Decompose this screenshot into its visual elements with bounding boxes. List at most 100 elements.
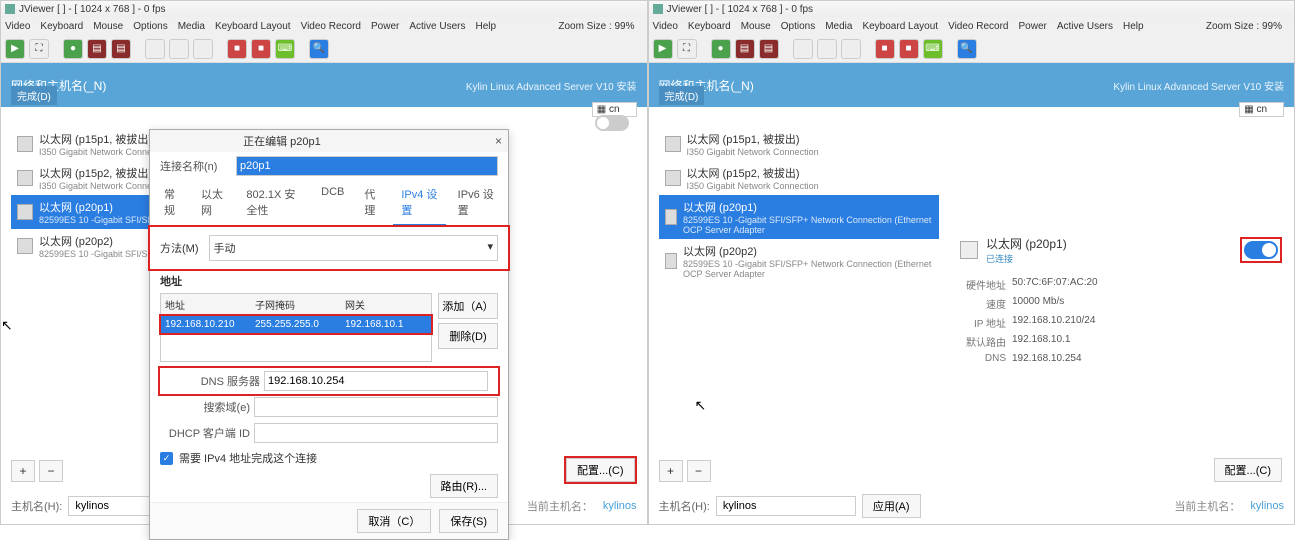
menu-options[interactable]: Options bbox=[781, 21, 815, 32]
menu-help[interactable]: Help bbox=[1123, 21, 1144, 32]
close-icon[interactable]: × bbox=[495, 134, 502, 148]
interface-item[interactable]: 以太网 (p15p2, 被拔出)I350 Gigabit Network Con… bbox=[659, 161, 939, 195]
address-row[interactable]: 192.168.10.210 255.255.255.0 192.168.10.… bbox=[161, 316, 431, 333]
gateway: 192.168.10.1 bbox=[1012, 334, 1070, 349]
configure-button[interactable]: 配置...(C) bbox=[1214, 458, 1282, 482]
connection-toggle-off[interactable] bbox=[595, 115, 629, 131]
keyboard-icon[interactable]: ⌨ bbox=[923, 39, 943, 59]
disk2-icon[interactable]: ▤ bbox=[759, 39, 779, 59]
empty1-icon[interactable] bbox=[145, 39, 165, 59]
menu-keyboard[interactable]: Keyboard bbox=[40, 21, 83, 32]
distro-label: Kylin Linux Advanced Server V10 安装 bbox=[1113, 78, 1284, 93]
ipv4-required-checkbox[interactable]: ✓ bbox=[160, 452, 173, 465]
tab-ethernet[interactable]: 以太网 bbox=[193, 180, 234, 226]
remove-interface-button[interactable]: − bbox=[39, 460, 63, 482]
dhcp-input[interactable] bbox=[254, 423, 498, 443]
menu-mouse[interactable]: Mouse bbox=[741, 21, 771, 32]
address-table[interactable]: 地址 子网掩码 网关 192.168.10.210 255.255.255.0 … bbox=[160, 293, 432, 362]
add-address-button[interactable]: 添加（A） bbox=[438, 293, 498, 319]
tab-dcb[interactable]: DCB bbox=[313, 180, 352, 226]
remove-interface-button[interactable]: − bbox=[687, 460, 711, 482]
menu-videorecord[interactable]: Video Record bbox=[301, 21, 361, 32]
menu-media[interactable]: Media bbox=[178, 21, 205, 32]
menu-activeusers[interactable]: Active Users bbox=[1057, 21, 1113, 32]
method-label: 方法(M) bbox=[160, 240, 199, 256]
interface-item[interactable]: 以太网 (p20p2)82599ES 10 -Gigabit SFI/SFP+ … bbox=[659, 239, 939, 283]
menu-mouse[interactable]: Mouse bbox=[93, 21, 123, 32]
zoom-label: Zoom Size : 99% bbox=[558, 21, 634, 32]
add-interface-button[interactable]: + bbox=[659, 460, 683, 482]
method-dropdown[interactable]: 手动▾ bbox=[209, 235, 499, 261]
menu-video[interactable]: Video bbox=[5, 21, 30, 32]
distro-label: Kylin Linux Advanced Server V10 安装 bbox=[466, 78, 637, 93]
connection-toggle-on[interactable] bbox=[1244, 241, 1278, 259]
apply-button[interactable]: 应用(A) bbox=[862, 494, 921, 518]
toolbar: ▶ ⛶ ● ▤ ▤ ■ ■ ⌨ 🔍 bbox=[649, 35, 1295, 63]
speed: 10000 Mb/s bbox=[1012, 296, 1064, 311]
tab-ipv6[interactable]: IPv6 设置 bbox=[450, 180, 502, 226]
search-icon[interactable]: 🔍 bbox=[309, 39, 329, 59]
nic-icon bbox=[665, 209, 678, 225]
zoom-label: Zoom Size : 99% bbox=[1206, 21, 1282, 32]
disk1-icon[interactable]: ▤ bbox=[735, 39, 755, 59]
search-icon[interactable]: 🔍 bbox=[957, 39, 977, 59]
stop1-icon[interactable]: ■ bbox=[227, 39, 247, 59]
routes-button[interactable]: 路由(R)... bbox=[430, 474, 498, 498]
conn-name-input[interactable] bbox=[236, 156, 498, 176]
expand-icon[interactable]: ⛶ bbox=[29, 39, 49, 59]
menu-keyboard[interactable]: Keyboard bbox=[688, 21, 731, 32]
menu-media[interactable]: Media bbox=[825, 21, 852, 32]
play-icon[interactable]: ▶ bbox=[5, 39, 25, 59]
empty2-icon[interactable] bbox=[817, 39, 837, 59]
empty3-icon[interactable] bbox=[193, 39, 213, 59]
menu-help[interactable]: Help bbox=[475, 21, 496, 32]
interface-item[interactable]: 以太网 (p15p1, 被拔出)I350 Gigabit Network Con… bbox=[659, 127, 939, 161]
save-button[interactable]: 保存(S) bbox=[439, 509, 498, 533]
current-host-label: 当前主机名： bbox=[1174, 498, 1240, 514]
interface-item-selected[interactable]: 以太网 (p20p1)82599ES 10 -Gigabit SFI/SFP+ … bbox=[659, 195, 939, 239]
empty2-icon[interactable] bbox=[169, 39, 189, 59]
right-screenshot: JViewer [ ] - [ 1024 x 768 ] - 0 fps Vid… bbox=[648, 0, 1295, 525]
stop1-icon[interactable]: ■ bbox=[875, 39, 895, 59]
window-title: JViewer [ ] - [ 1024 x 768 ] - 0 fps bbox=[19, 4, 166, 15]
detail-panel: 以太网 (p20p1) 已连接 硬件地址50:7C:6F:07:AC:20 速度… bbox=[960, 235, 1280, 366]
stop2-icon[interactable]: ■ bbox=[899, 39, 919, 59]
menu-videorecord[interactable]: Video Record bbox=[948, 21, 1008, 32]
cancel-button[interactable]: 取消（C） bbox=[357, 509, 431, 533]
expand-icon[interactable]: ⛶ bbox=[677, 39, 697, 59]
keyboard-icon[interactable]: ⌨ bbox=[275, 39, 295, 59]
play-icon[interactable]: ▶ bbox=[653, 39, 673, 59]
menu-options[interactable]: Options bbox=[133, 21, 167, 32]
add-interface-button[interactable]: + bbox=[11, 460, 35, 482]
search-input[interactable] bbox=[254, 397, 498, 417]
menu-kblayout[interactable]: Keyboard Layout bbox=[862, 21, 938, 32]
tab-proxy[interactable]: 代理 bbox=[356, 180, 389, 226]
disk2-icon[interactable]: ▤ bbox=[111, 39, 131, 59]
empty1-icon[interactable] bbox=[793, 39, 813, 59]
menu-kblayout[interactable]: Keyboard Layout bbox=[215, 21, 291, 32]
configure-button[interactable]: 配置...(C) bbox=[566, 458, 634, 482]
dns-label: DNS 服务器 bbox=[170, 373, 260, 389]
done-button[interactable]: 完成(D) bbox=[11, 86, 57, 105]
record-icon[interactable]: ● bbox=[711, 39, 731, 59]
tab-ipv4[interactable]: IPv4 设置 bbox=[393, 180, 445, 226]
tab-general[interactable]: 常规 bbox=[156, 180, 189, 226]
menu-video[interactable]: Video bbox=[653, 21, 678, 32]
stop2-icon[interactable]: ■ bbox=[251, 39, 271, 59]
menu-power[interactable]: Power bbox=[1019, 21, 1047, 32]
tab-8021x[interactable]: 802.1X 安全性 bbox=[238, 180, 309, 226]
current-host-label: 当前主机名： bbox=[527, 498, 593, 514]
chevron-down-icon: ▾ bbox=[487, 240, 493, 256]
banner: 网络和主机名(_N) 完成(D) Kylin Linux Advanced Se… bbox=[649, 63, 1295, 107]
delete-address-button[interactable]: 删除(D) bbox=[438, 323, 498, 349]
nic-icon bbox=[17, 136, 33, 152]
hostname-input[interactable] bbox=[716, 496, 856, 516]
dns-input[interactable] bbox=[264, 371, 488, 391]
disk1-icon[interactable]: ▤ bbox=[87, 39, 107, 59]
empty3-icon[interactable] bbox=[841, 39, 861, 59]
done-button[interactable]: 完成(D) bbox=[659, 86, 705, 105]
interface-list[interactable]: 以太网 (p15p1, 被拔出)I350 Gigabit Network Con… bbox=[659, 127, 939, 283]
menu-power[interactable]: Power bbox=[371, 21, 399, 32]
record-icon[interactable]: ● bbox=[63, 39, 83, 59]
menu-activeusers[interactable]: Active Users bbox=[409, 21, 465, 32]
